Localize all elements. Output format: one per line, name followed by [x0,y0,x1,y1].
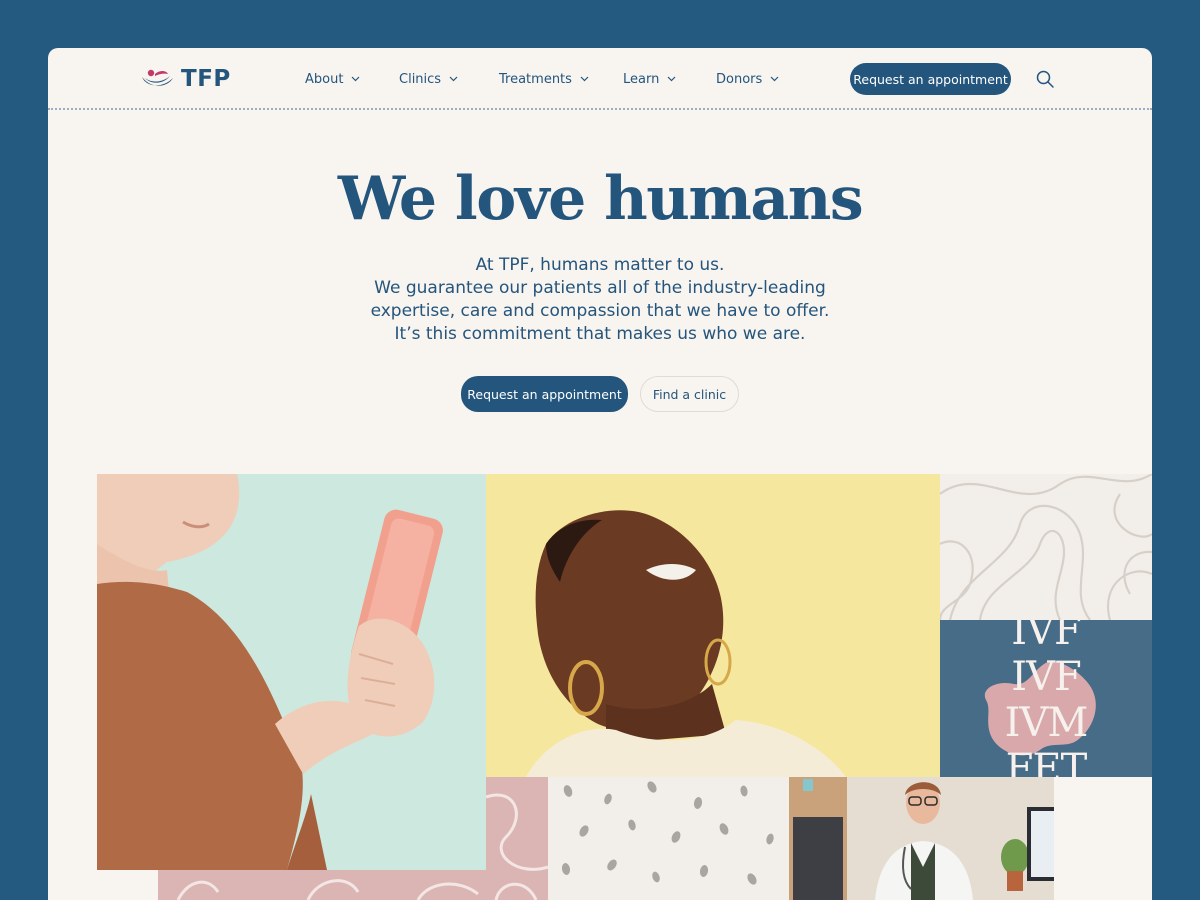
pink-swirl-pattern [486,793,548,900]
logo-text: TFP [181,66,231,92]
nav-request-appointment-button[interactable]: Request an appointment [850,63,1011,95]
nav-item-learn[interactable]: Learn [623,70,676,88]
chevron-down-icon [667,76,676,82]
ivf-word: IVM [1004,700,1089,746]
topographic-pattern [940,474,1152,620]
topographic-pattern-tile [940,474,1152,620]
pink-swirl-tile [486,777,548,900]
chevron-down-icon [352,76,360,82]
woman-phone-illustration [97,474,443,870]
logo-mark-icon [142,69,173,86]
photo-woman-with-phone [97,474,486,870]
photo-doctor [789,777,1054,900]
browser-window: TFP About Clinics Treatments Learn Donor… [48,48,1152,900]
smiling-woman-illustration [526,510,846,777]
nav-item-treatments[interactable]: Treatments [499,70,589,88]
ivf-word: IVF [1011,654,1081,700]
nav-item-about[interactable]: About [305,70,360,88]
pink-pattern-tile [158,870,486,900]
hero-line: We guarantee our patients all of the ind… [374,278,826,298]
photo-smiling-woman [486,474,940,777]
chevron-down-icon [449,76,458,82]
hero-line: At TPF, humans matter to us. [475,255,725,275]
top-nav: TFP About Clinics Treatments Learn Donor… [48,48,1152,110]
hero-title: We love humans [337,164,864,234]
doctor-illustration [789,777,1054,900]
nav-item-donors[interactable]: Donors [716,70,779,88]
nav-item-label: Donors [716,71,763,87]
dotted-pattern-tile [548,777,789,900]
hero-line: It’s this commitment that makes us who w… [394,324,806,344]
nav-item-label: About [305,71,344,87]
ivf-word: FET [1005,746,1088,777]
pink-swirl-pattern [176,879,479,900]
nav-item-clinics[interactable]: Clinics [399,70,458,88]
nav-divider [48,108,1152,110]
logo[interactable]: TFP [140,64,231,94]
chevron-down-icon [770,76,779,82]
chevron-down-icon [580,76,589,82]
ivf-type-tile: IVF IVF IVM FET [940,620,1152,777]
hero-request-appointment-button[interactable]: Request an appointment [461,376,628,412]
ivf-word: IVF [1011,620,1081,654]
nav-item-label: Treatments [499,71,572,87]
nav-item-label: Clinics [399,71,442,87]
nav-item-label: Learn [623,71,660,87]
search-icon[interactable] [1035,69,1055,89]
dot-pattern [561,781,774,885]
find-clinic-button[interactable]: Find a clinic [640,376,739,412]
hero-description: At TPF, humans matter to us. We guarante… [48,254,1152,346]
hero-line: expertise, care and compassion that we h… [370,301,830,321]
